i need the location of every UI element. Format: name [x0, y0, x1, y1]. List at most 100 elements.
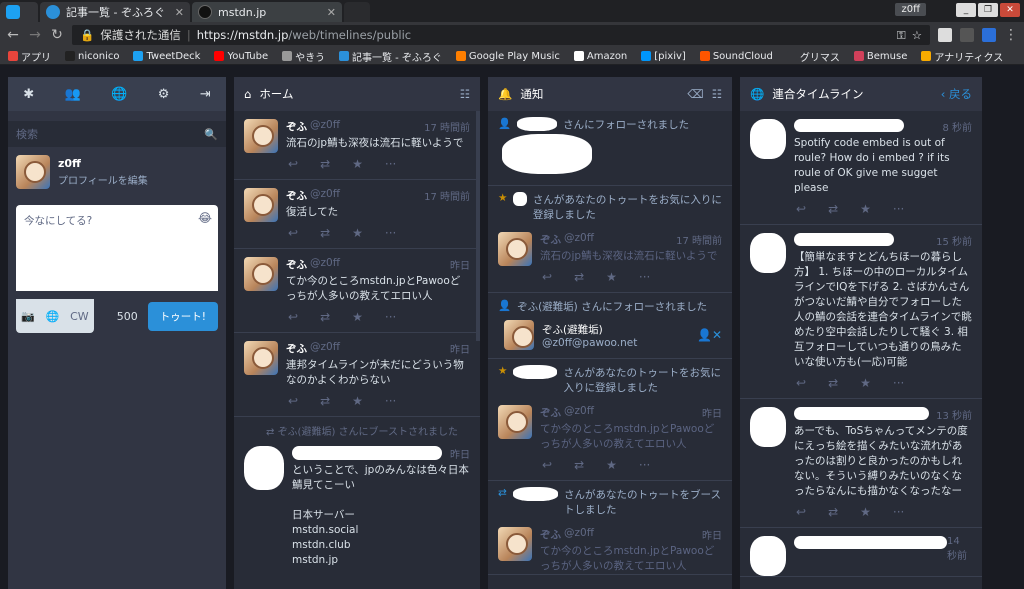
- extension-icon[interactable]: [960, 28, 974, 42]
- boost-icon[interactable]: ⇄: [828, 376, 838, 390]
- favourite-icon[interactable]: ★: [606, 458, 617, 472]
- more-icon[interactable]: ···: [893, 505, 904, 519]
- maximize-button[interactable]: ❐: [978, 3, 998, 17]
- users-icon[interactable]: 👥: [65, 87, 81, 102]
- status-display-name[interactable]: ぞふ: [286, 257, 307, 272]
- status[interactable]: ぞふ @z0ff 昨日 てか今のところmstdn.jpとPawooどっちが人多いの教え…: [234, 249, 480, 333]
- reply-icon[interactable]: ↩: [542, 270, 552, 284]
- tab-mastodon[interactable]: mstdn.jp ✕: [192, 2, 342, 22]
- key-icon[interactable]: ⚿: [897, 28, 906, 43]
- reply-icon[interactable]: ↩: [542, 458, 552, 472]
- status[interactable]: ぞふ @z0ff 17 時間前 復活してた ↩ ⇄ ★ ···: [234, 180, 480, 249]
- bookmark-item[interactable]: niconico: [65, 51, 119, 62]
- boost-icon[interactable]: ⇄: [574, 270, 584, 284]
- status[interactable]: ぞふ @z0ff 昨日 てか今のところmstdn.jpとPawooどっちが人多いの教…: [488, 397, 732, 481]
- status-display-name[interactable]: ぞふ: [286, 341, 307, 356]
- status-time[interactable]: 17 時間前: [424, 119, 470, 134]
- status[interactable]: ぞふ @z0ff 17 時間前 流石のjp鯖も深夜は流石に軽いようで ↩ ⇄ ★ ···: [234, 111, 480, 180]
- avatar[interactable]: [498, 232, 532, 266]
- favourite-icon[interactable]: ★: [606, 270, 617, 284]
- scrollbar[interactable]: [476, 111, 480, 341]
- eraser-icon[interactable]: ⌫: [687, 87, 703, 101]
- bookmark-item[interactable]: Bemuse: [853, 51, 907, 62]
- favourite-icon[interactable]: ★: [860, 376, 871, 390]
- back-arrow-icon[interactable]: ←: [6, 27, 20, 43]
- star-icon[interactable]: ☆: [912, 28, 922, 42]
- avatar[interactable]: [504, 320, 534, 350]
- status[interactable]: ぞふ @z0ff 昨日 連邦タイムラインが未だにどういう物なのかよくわからない ↩ ⇄ ★ ·…: [234, 333, 480, 417]
- back-button[interactable]: ‹ 戻る: [941, 86, 972, 102]
- more-icon[interactable]: ···: [639, 458, 650, 472]
- url-bar[interactable]: 🔒 保護された通信 | https://mstdn.jp/web/timelin…: [72, 25, 930, 45]
- boost-icon[interactable]: ⇄: [574, 458, 584, 472]
- more-icon[interactable]: ···: [385, 226, 396, 240]
- bookmark-item[interactable]: やきう: [282, 49, 325, 64]
- home-column-header[interactable]: ⌂ ホーム ☷: [234, 77, 480, 111]
- edit-profile-link[interactable]: プロフィールを編集: [58, 172, 148, 187]
- unfollow-icon[interactable]: 👤✕: [697, 328, 722, 342]
- globe-icon[interactable]: 🌐: [46, 310, 60, 323]
- status[interactable]: 13 秒前 あーでも、ToSちゃんってメンテの度にえっち絵を描くみたいな流れがあっ…: [740, 399, 982, 528]
- compose-textarea[interactable]: 今なにしてる? 😂: [16, 205, 218, 291]
- cw-button[interactable]: CW: [70, 310, 89, 323]
- boost-icon[interactable]: ⇄: [320, 310, 330, 324]
- status-time[interactable]: 昨日: [450, 341, 470, 356]
- bookmark-item[interactable]: YouTube: [214, 51, 268, 62]
- globe-icon[interactable]: 🌐: [111, 87, 127, 102]
- close-icon[interactable]: ✕: [175, 6, 184, 19]
- emoji-icon[interactable]: 😂: [198, 211, 212, 225]
- more-icon[interactable]: ···: [385, 157, 396, 171]
- notification-boost[interactable]: ⇄ さんがあなたのトゥートをブーストしました: [488, 481, 732, 519]
- status-acct[interactable]: @z0ff: [310, 119, 340, 134]
- reply-icon[interactable]: ↩: [288, 157, 298, 171]
- status-time[interactable]: 17 時間前: [424, 188, 470, 203]
- notification-follow[interactable]: 👤 ぞふ(避難垢) さんにフォローされました: [488, 293, 732, 316]
- favourite-icon[interactable]: ★: [352, 157, 363, 171]
- favourite-icon[interactable]: ★: [860, 505, 871, 519]
- forward-arrow-icon[interactable]: →: [28, 27, 42, 43]
- camera-icon[interactable]: 📷: [21, 310, 35, 323]
- profile-card[interactable]: z0ff プロフィールを編集: [8, 147, 226, 197]
- bookmark-item[interactable]: SoundCloud: [699, 51, 773, 62]
- avatar[interactable]: [244, 341, 278, 375]
- status-acct[interactable]: @z0ff: [310, 341, 340, 356]
- more-icon[interactable]: ···: [385, 394, 396, 408]
- bookmark-item[interactable]: Amazon: [573, 51, 627, 62]
- federated-column-header[interactable]: 🌐 連合タイムライン ‹ 戻る: [740, 77, 982, 111]
- more-icon[interactable]: ···: [893, 376, 904, 390]
- reply-icon[interactable]: ↩: [288, 310, 298, 324]
- bookmark-item[interactable]: TweetDeck: [133, 51, 200, 62]
- boost-icon[interactable]: ⇄: [320, 226, 330, 240]
- bookmark-item[interactable]: グリマス: [786, 49, 840, 64]
- favourite-icon[interactable]: ★: [352, 394, 363, 408]
- settings-sliders-icon[interactable]: ☷: [460, 87, 470, 101]
- status-display-name[interactable]: ぞふ: [286, 119, 307, 134]
- reload-icon[interactable]: ↻: [50, 27, 64, 43]
- status[interactable]: ぞふ @z0ff 昨日 てか今のところmstdn.jpとPawooどっちが人多いの教…: [488, 519, 732, 575]
- tab-blog[interactable]: 記事一覧 - ぞふろぐ ✕: [40, 2, 190, 22]
- avatar[interactable]: [16, 155, 50, 189]
- notification-follow[interactable]: 👤 さんにフォローされました: [488, 111, 732, 186]
- reply-icon[interactable]: ↩: [796, 376, 806, 390]
- avatar[interactable]: [244, 188, 278, 222]
- notification-fav[interactable]: ★ さんがあなたのトゥートをお気に入りに登録しました: [488, 359, 732, 397]
- notification-fav[interactable]: ★ さんがあなたのトゥートをお気に入りに登録しました: [488, 186, 732, 224]
- status[interactable]: 15 秒前 【簡単なますとどんちほーの暮らし方】 1. ちほーの中のローカルタイム…: [740, 225, 982, 399]
- more-icon[interactable]: ···: [639, 270, 650, 284]
- bookmark-item[interactable]: [pixiv]: [641, 51, 686, 62]
- status-time[interactable]: 15 秒前: [936, 233, 972, 248]
- notifications-column-header[interactable]: 🔔 通知 ⌫ ☷: [488, 77, 732, 111]
- avatar[interactable]: [244, 257, 278, 291]
- status[interactable]: ぞふ @z0ff 17 時間前 流石のjp鯖も深夜は流石に軽いようで ↩ ⇄ ★ ···: [488, 224, 732, 293]
- browser-user-chip[interactable]: z0ff: [895, 3, 926, 16]
- close-icon[interactable]: ✕: [327, 6, 336, 19]
- reply-icon[interactable]: ↩: [288, 226, 298, 240]
- favourite-icon[interactable]: ★: [860, 202, 871, 216]
- minimize-button[interactable]: _: [956, 3, 976, 17]
- more-icon[interactable]: ···: [385, 310, 396, 324]
- settings-sliders-icon[interactable]: ☷: [712, 87, 722, 101]
- boost-icon[interactable]: ⇄: [828, 202, 838, 216]
- reply-icon[interactable]: ↩: [796, 505, 806, 519]
- asterisk-icon[interactable]: ✱: [23, 87, 34, 102]
- bookmark-item[interactable]: アプリ: [8, 49, 51, 64]
